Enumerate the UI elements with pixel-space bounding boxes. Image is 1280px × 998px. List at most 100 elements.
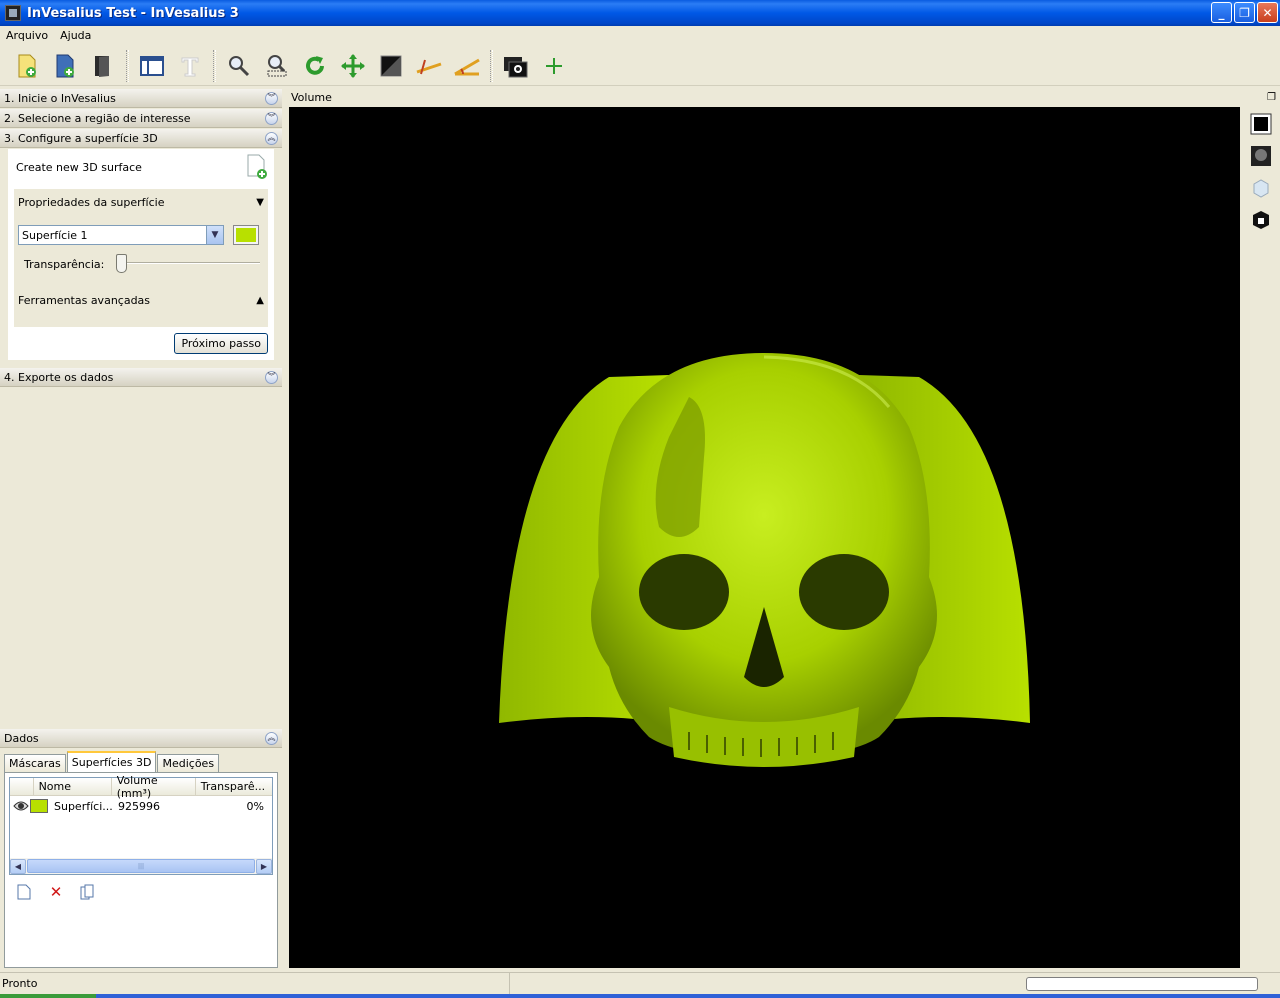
cube-view-icon[interactable] bbox=[1250, 177, 1272, 199]
surfaces-tab-panel: Nome Volume (mm³) Transparê... Superfíci… bbox=[4, 772, 278, 968]
surface-select-row: Superfície 1 ▼ bbox=[18, 225, 264, 245]
surface-select-value: Superfície 1 bbox=[22, 228, 88, 242]
volume-viewer: Volume ❐ bbox=[287, 88, 1280, 968]
contrast-icon[interactable] bbox=[376, 51, 406, 81]
duplicate-icon[interactable] bbox=[79, 883, 97, 901]
slider-track bbox=[116, 262, 261, 264]
chevron-up-icon[interactable]: ︽ bbox=[265, 731, 278, 745]
status-text: Pronto bbox=[0, 973, 510, 994]
surface-actions: ✕ bbox=[9, 875, 273, 909]
progress-bar bbox=[1026, 977, 1258, 991]
scroll-thumb[interactable]: ||| bbox=[27, 859, 255, 873]
slider-thumb[interactable] bbox=[116, 254, 128, 273]
viewer-side-tools bbox=[1242, 107, 1280, 968]
app-icon bbox=[5, 5, 21, 21]
step-1-header[interactable]: 1. Inicie o InVesalius ︾ bbox=[0, 89, 282, 108]
create-surface-label: Create new 3D surface bbox=[16, 160, 142, 174]
scroll-right-icon[interactable]: ▶ bbox=[256, 858, 272, 874]
chevron-down-icon[interactable]: ︾ bbox=[265, 370, 278, 384]
new-document-icon[interactable] bbox=[15, 883, 33, 901]
new-surface-icon[interactable] bbox=[246, 154, 268, 180]
color-swatch bbox=[236, 228, 256, 242]
status-bar: Pronto bbox=[0, 972, 1280, 994]
maximize-button[interactable]: ❐ bbox=[1234, 2, 1255, 23]
step-3-header[interactable]: 3. Configure a superfície 3D ︽ bbox=[0, 129, 282, 148]
surface-color-button[interactable] bbox=[233, 225, 259, 245]
minimize-button[interactable]: _ bbox=[1211, 2, 1232, 23]
tab-medicoes[interactable]: Medições bbox=[157, 754, 220, 772]
chevron-down-icon[interactable]: ︾ bbox=[265, 111, 278, 125]
skull-rendering bbox=[499, 353, 1030, 767]
surface-properties-section: Propriedades da superfície ▼ Superfície … bbox=[14, 189, 268, 327]
surface-panel: Create new 3D surface Propriedades da su… bbox=[8, 149, 274, 360]
tab-mascaras[interactable]: Máscaras bbox=[4, 754, 66, 772]
step-4-label: 4. Exporte os dados bbox=[4, 370, 114, 384]
right-orbit bbox=[799, 554, 889, 630]
snapshot-icon[interactable] bbox=[501, 51, 531, 81]
surface-select[interactable]: Superfície 1 ▼ bbox=[18, 225, 224, 245]
text-icon[interactable] bbox=[175, 51, 205, 81]
pan-icon[interactable] bbox=[338, 51, 368, 81]
create-surface-row: Create new 3D surface bbox=[14, 149, 268, 185]
zoom-icon[interactable] bbox=[224, 51, 254, 81]
menu-bar: Arquivo Ajuda bbox=[0, 26, 1280, 44]
measure-distance-icon[interactable] bbox=[414, 51, 444, 81]
surface-properties-header[interactable]: Propriedades da superfície ▼ bbox=[18, 193, 264, 211]
layout-icon[interactable] bbox=[137, 51, 167, 81]
transparency-row: Transparência: bbox=[18, 251, 264, 277]
column-header-transparency[interactable]: Transparê... bbox=[196, 778, 272, 795]
step-2-header[interactable]: 2. Selecione a região de interesse ︾ bbox=[0, 109, 282, 128]
next-step-button[interactable]: Próximo passo bbox=[174, 333, 268, 354]
next-row: Próximo passo bbox=[14, 333, 268, 354]
menu-ajuda[interactable]: Ajuda bbox=[60, 29, 91, 42]
surface-color-swatch[interactable] bbox=[30, 799, 48, 813]
column-header-volume[interactable]: Volume (mm³) bbox=[112, 774, 196, 800]
visibility-column-header[interactable] bbox=[10, 778, 34, 795]
data-panel-title: Dados bbox=[4, 731, 39, 745]
dropdown-arrow-icon[interactable]: ▼ bbox=[206, 226, 223, 244]
step-3-label: 3. Configure a superfície 3D bbox=[4, 131, 158, 145]
import-dicom-icon[interactable] bbox=[12, 51, 42, 81]
raycasting-icon[interactable] bbox=[1250, 145, 1272, 167]
close-button[interactable]: ✕ bbox=[1257, 2, 1278, 23]
tab-superficies-3d[interactable]: Superfícies 3D bbox=[66, 751, 157, 772]
step-4-header[interactable]: 4. Exporte os dados ︾ bbox=[0, 368, 282, 387]
table-row[interactable]: Superfíci... 925996 0% bbox=[10, 796, 272, 816]
viewer-title: Volume bbox=[291, 90, 332, 104]
background-color-icon[interactable] bbox=[1250, 113, 1272, 135]
measure-angle-icon[interactable] bbox=[452, 51, 482, 81]
left-orbit bbox=[639, 554, 729, 630]
collapse-up-icon[interactable]: ▲ bbox=[256, 295, 264, 306]
data-panel: Dados ︽ Máscaras Superfícies 3D Medições… bbox=[0, 728, 282, 968]
left-panel: 1. Inicie o InVesalius ︾ 2. Selecione a … bbox=[0, 88, 282, 968]
toolbar bbox=[0, 46, 1280, 86]
close-project-icon[interactable] bbox=[88, 51, 118, 81]
data-panel-header[interactable]: Dados ︽ bbox=[0, 729, 282, 748]
restore-icon[interactable]: ❐ bbox=[1267, 92, 1276, 103]
volume-canvas[interactable] bbox=[289, 107, 1240, 968]
toolbar-separator bbox=[126, 49, 129, 82]
transparency-slider[interactable] bbox=[116, 254, 261, 274]
scroll-left-icon[interactable]: ◀ bbox=[10, 858, 26, 874]
chevron-up-icon[interactable]: ︽ bbox=[265, 131, 278, 145]
viewer-header: Volume ❐ bbox=[287, 88, 1280, 106]
toolbar-separator bbox=[213, 49, 216, 82]
orientation-icon[interactable] bbox=[1250, 209, 1272, 231]
transparency-label: Transparência: bbox=[24, 257, 105, 271]
rotate-icon[interactable] bbox=[300, 51, 330, 81]
advanced-tools-label: Ferramentas avançadas bbox=[18, 293, 151, 307]
menu-arquivo[interactable]: Arquivo bbox=[6, 29, 48, 42]
column-header-name[interactable]: Nome bbox=[34, 778, 112, 795]
open-project-icon[interactable] bbox=[50, 51, 80, 81]
window-title: InVesalius Test - InVesalius 3 bbox=[27, 5, 239, 21]
advanced-tools-header[interactable]: Ferramentas avançadas ▲ bbox=[18, 291, 264, 309]
step-2-label: 2. Selecione a região de interesse bbox=[4, 111, 191, 125]
horizontal-scrollbar[interactable]: ◀ ||| ▶ bbox=[10, 858, 272, 874]
cell-volume: 925996 bbox=[118, 799, 160, 813]
collapse-down-icon[interactable]: ▼ bbox=[256, 197, 264, 208]
title-bar: InVesalius Test - InVesalius 3 _ ❐ ✕ bbox=[0, 0, 1280, 26]
add-icon[interactable] bbox=[539, 51, 569, 81]
zoom-select-icon[interactable] bbox=[262, 51, 292, 81]
delete-icon[interactable]: ✕ bbox=[47, 883, 65, 901]
chevron-down-icon[interactable]: ︾ bbox=[265, 91, 278, 105]
